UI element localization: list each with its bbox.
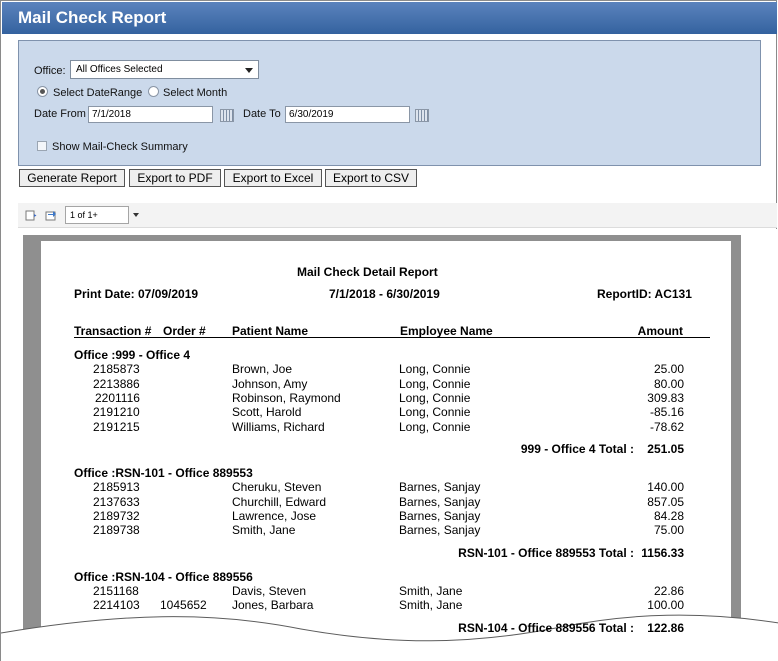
patient-cell: Davis, Steven [232, 584, 307, 598]
transaction-cell: 2201116 [95, 391, 140, 405]
group-total-label: 999 - Office 4 Total : [520, 442, 634, 456]
refresh-icon[interactable] [45, 210, 57, 221]
daterange-radio[interactable] [37, 86, 48, 97]
patient-cell: Johnson, Amy [232, 377, 308, 391]
page-title: Mail Check Report [18, 8, 167, 27]
transaction-cell: 2137633 [93, 495, 140, 509]
transaction-cell: 2185873 [93, 362, 140, 376]
print-date: Print Date: 07/09/2019 [74, 287, 199, 301]
calendar-icon[interactable] [220, 109, 234, 122]
daterange-radio-label[interactable]: Select DateRange [53, 87, 142, 99]
export-csv-button[interactable]: Export to CSV [325, 169, 417, 187]
employee-cell: Long, Connie [399, 362, 471, 376]
report-viewer-toolbar: 1 of 1+ [18, 203, 777, 228]
amount-cell: -78.62 [649, 420, 684, 434]
amount-cell: 140.00 [647, 480, 684, 494]
summary-checkbox-label[interactable]: Show Mail-Check Summary [52, 141, 188, 153]
group-header: Office :RSN-101 - Office 889553 [74, 466, 253, 480]
summary-checkbox[interactable] [37, 141, 47, 151]
patient-cell: Williams, Richard [232, 420, 325, 434]
patient-cell: Smith, Jane [232, 523, 296, 537]
column-header: Employee Name [400, 324, 493, 338]
amount-cell: 309.83 [647, 391, 684, 405]
chevron-down-icon[interactable] [245, 68, 253, 73]
amount-cell: 80.00 [653, 377, 684, 391]
page-number-input[interactable]: 1 of 1+ [65, 206, 129, 224]
month-radio[interactable] [148, 86, 159, 97]
employee-cell: Barnes, Sanjay [399, 480, 481, 494]
transaction-cell: 2213886 [93, 377, 140, 391]
export-excel-button[interactable]: Export to Excel [224, 169, 322, 187]
group-total-value: 251.05 [647, 442, 684, 456]
office-select-value: All Offices Selected [76, 64, 163, 75]
column-header: Order # [163, 324, 206, 338]
header-divider [74, 337, 710, 338]
export-pdf-button[interactable]: Export to PDF [129, 169, 221, 187]
patient-cell: Robinson, Raymond [232, 391, 341, 405]
group-header: Office :999 - Office 4 [74, 348, 191, 362]
column-header: Transaction # [74, 324, 152, 338]
employee-cell: Smith, Jane [399, 584, 463, 598]
viewer-border [731, 237, 741, 661]
amount-cell: 75.00 [653, 523, 684, 537]
patient-cell: Cheruku, Steven [232, 480, 322, 494]
date-to-label: Date To [243, 108, 281, 120]
date-from-label: Date From [34, 108, 86, 120]
amount-cell: 25.00 [653, 362, 684, 376]
window: Mail Check Report Office: All Offices Se… [0, 0, 778, 661]
transaction-cell: 2191215 [93, 420, 140, 434]
generate-report-button[interactable]: Generate Report [19, 169, 125, 187]
amount-cell: 84.28 [653, 509, 684, 523]
date-to-input[interactable]: 6/30/2019 [285, 106, 410, 123]
transaction-cell: 2185913 [93, 480, 140, 494]
group-total-value: 1156.33 [641, 546, 684, 560]
date-from-input[interactable]: 7/1/2018 [88, 106, 213, 123]
employee-cell: Barnes, Sanjay [399, 495, 481, 509]
calendar-icon[interactable] [415, 109, 429, 122]
column-header: Patient Name [232, 324, 309, 338]
employee-cell: Barnes, Sanjay [399, 523, 481, 537]
report-title: Mail Check Detail Report [297, 265, 438, 279]
chevron-down-icon[interactable] [133, 213, 139, 217]
transaction-cell: 2151168 [93, 584, 139, 598]
report-date-range: 7/1/2018 - 6/30/2019 [329, 287, 440, 301]
patient-cell: Scott, Harold [232, 405, 302, 419]
patient-cell: Churchill, Edward [232, 495, 327, 509]
amount-cell: -85.16 [649, 405, 684, 419]
office-label: Office: [34, 65, 66, 77]
group-total-label: RSN-101 - Office 889553 Total : [458, 546, 634, 560]
amount-cell: 857.05 [647, 495, 684, 509]
group-total-label: RSN-104 - Office 889556 Total : [458, 621, 634, 635]
employee-cell: Long, Connie [399, 420, 471, 434]
column-header: Amount [637, 324, 683, 338]
group-header: Office :RSN-104 - Office 889556 [74, 570, 253, 584]
report-id: ReportID: AC131 [597, 287, 692, 301]
amount-cell: 22.86 [653, 584, 684, 598]
month-radio-label[interactable]: Select Month [163, 87, 227, 99]
patient-cell: Brown, Joe [232, 362, 293, 376]
title-bar: Mail Check Report [2, 2, 777, 34]
patient-cell: Lawrence, Jose [232, 509, 317, 523]
employee-cell: Long, Connie [399, 377, 471, 391]
employee-cell: Barnes, Sanjay [399, 509, 481, 523]
employee-cell: Long, Connie [399, 391, 471, 405]
group-total-value: 122.86 [647, 621, 684, 635]
transaction-cell: 2189738 [93, 523, 140, 537]
transaction-cell: 2189732 [93, 509, 140, 523]
transaction-cell: 2191210 [93, 405, 140, 419]
viewer-border [23, 237, 41, 661]
filter-panel: Office: All Offices Selected Select Date… [18, 40, 761, 166]
office-select[interactable]: All Offices Selected [70, 60, 259, 79]
document-map-icon[interactable] [25, 210, 37, 221]
employee-cell: Long, Connie [399, 405, 471, 419]
